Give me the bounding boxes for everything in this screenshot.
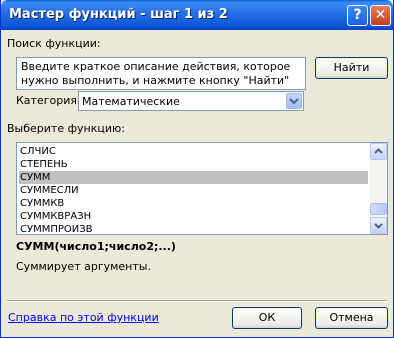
window-title: Мастер функций - шаг 1 из 2 (9, 7, 228, 22)
function-list-label: Выберите функцию: (7, 122, 125, 135)
scroll-thumb[interactable] (370, 203, 387, 215)
function-wizard-dialog: Мастер функций - шаг 1 из 2 ? ✕ Поиск фу… (0, 0, 394, 338)
find-button[interactable]: Найти (315, 57, 388, 79)
list-item-selected[interactable]: СУММ (19, 171, 368, 184)
function-list[interactable]: СЛЧИС СТЕПЕНЬ СУММ СУММЕСЛИ СУММКВ СУММК… (16, 142, 388, 235)
list-item[interactable]: СУММКВ (19, 197, 368, 210)
divider (7, 300, 387, 302)
search-input[interactable]: Введите краткое описание действия, котор… (16, 57, 306, 90)
list-scrollbar[interactable] (370, 143, 387, 234)
help-icon[interactable]: ? (347, 5, 368, 26)
category-select[interactable]: Математические (78, 91, 304, 111)
list-item[interactable]: СУММЕСЛИ (19, 184, 368, 197)
scroll-up-icon[interactable] (370, 143, 387, 160)
chevron-down-icon[interactable] (286, 93, 302, 109)
category-value: Математические (82, 95, 180, 108)
cancel-button[interactable]: Отмена (315, 307, 388, 329)
list-item[interactable]: СЛЧИС (19, 145, 368, 158)
list-item[interactable]: СУММКВРАЗН (19, 210, 368, 223)
search-label: Поиск функции: (7, 37, 101, 50)
ok-button[interactable]: ОК (232, 307, 302, 329)
function-description: Суммирует аргументы. (16, 260, 151, 273)
list-item[interactable]: СТЕПЕНЬ (19, 158, 368, 171)
function-signature: СУММ(число1;число2;...) (16, 240, 176, 253)
category-label: Категория: (16, 94, 81, 107)
list-item[interactable]: СУММПРОИЗВ (19, 223, 368, 234)
scroll-down-icon[interactable] (370, 217, 387, 234)
title-bar[interactable]: Мастер функций - шаг 1 из 2 ? ✕ (1, 0, 393, 30)
close-icon[interactable]: ✕ (370, 5, 391, 26)
help-link[interactable]: Справка по этой функции (8, 311, 159, 324)
